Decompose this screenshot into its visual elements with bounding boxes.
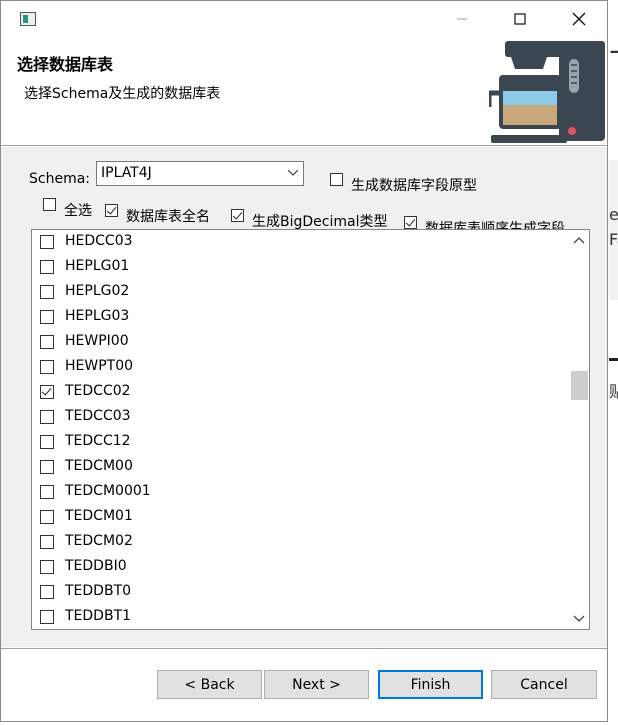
table-checkbox[interactable]	[40, 610, 54, 624]
list-item[interactable]: TEDCM00	[32, 455, 562, 480]
page-title: 选择数据库表	[17, 55, 114, 74]
background-glyph: 卡	[609, 30, 618, 74]
maximize-icon	[514, 13, 526, 25]
list-item[interactable]: TEDCM0001	[32, 480, 562, 505]
chevron-down-icon	[288, 170, 298, 176]
schema-select[interactable]: IPLAT4J	[96, 161, 304, 186]
list-item[interactable]: HEWPI00	[32, 330, 562, 355]
list-item[interactable]: TEDCC02	[32, 380, 562, 405]
table-checkbox[interactable]	[40, 310, 54, 324]
table-name: TEDCM02	[65, 533, 133, 549]
wizard-dialog: 选择数据库表 选择Schema及生成的数据库表 Schema: IPLAT4J …	[0, 0, 608, 722]
table-name: HEWPI00	[65, 333, 129, 349]
coffee-maker-icon	[489, 41, 605, 143]
background-text: e	[609, 205, 618, 224]
list-item[interactable]: HEWPT00	[32, 355, 562, 380]
table-name: HEWPT00	[65, 358, 134, 374]
table-checkbox[interactable]	[40, 235, 54, 249]
table-name: TEDCM00	[65, 458, 133, 474]
list-item[interactable]: HEPLG02	[32, 280, 562, 305]
app-icon	[20, 12, 36, 26]
table-name: TEDCC03	[65, 408, 131, 424]
table-checkbox[interactable]	[40, 560, 54, 574]
table-checkbox[interactable]	[40, 585, 54, 599]
list-item[interactable]: TEDDBT1	[32, 605, 562, 629]
background-text: 贴	[609, 382, 618, 401]
table-checkbox[interactable]	[40, 460, 54, 474]
list-item[interactable]: HEPLG01	[32, 255, 562, 280]
list-item[interactable]: TEDDBT0	[32, 580, 562, 605]
table-checkbox[interactable]	[40, 485, 54, 499]
table-name: TEDCC12	[65, 433, 131, 449]
table-checkbox[interactable]	[40, 285, 54, 299]
maximize-button[interactable]	[497, 5, 543, 33]
table-name: HEDCC03	[65, 233, 133, 249]
chevron-down-icon[interactable]	[573, 612, 585, 624]
list-item[interactable]: TEDDBI0	[32, 555, 562, 580]
list-item[interactable]: TEDCM02	[32, 530, 562, 555]
table-checkbox[interactable]	[40, 260, 54, 274]
list-item[interactable]: HEPLG03	[32, 305, 562, 330]
schema-select-value: IPLAT4J	[101, 165, 152, 181]
finish-button[interactable]: Finish	[378, 670, 483, 699]
list-item[interactable]: HEDCC03	[32, 230, 562, 255]
background-divider	[609, 358, 618, 361]
generate-raw-fields-label: 生成数据库字段原型	[351, 178, 477, 194]
next-button[interactable]: Next >	[264, 670, 369, 699]
table-checkbox[interactable]	[40, 335, 54, 349]
chevron-up-icon[interactable]	[573, 235, 585, 247]
header-separator	[1, 145, 607, 146]
list-item[interactable]: TEDCC03	[32, 405, 562, 430]
table-list[interactable]: HEDCC03 HEPLG01 HEPLG02 HEPLG03 HEWPI00 …	[31, 229, 590, 630]
scrollbar-thumb[interactable]	[571, 371, 588, 400]
footer-separator	[1, 648, 607, 649]
table-checkbox[interactable]	[40, 435, 54, 449]
wizard-header: 选择数据库表 选择Schema及生成的数据库表	[1, 37, 607, 145]
table-checkbox[interactable]	[40, 535, 54, 549]
minimize-button[interactable]	[439, 5, 485, 33]
list-item[interactable]: TEDCC12	[32, 430, 562, 455]
table-name: TEDDBT0	[65, 583, 132, 599]
list-scrollbar[interactable]	[569, 230, 589, 629]
table-name: HEPLG03	[65, 308, 130, 324]
background-window: 卡 e Fa 贴	[609, 0, 618, 725]
cancel-button[interactable]: Cancel	[491, 670, 597, 699]
table-name: TEDCC02	[65, 383, 131, 399]
full-table-name-checkbox[interactable]	[105, 204, 118, 217]
table-checkbox[interactable]	[40, 385, 54, 399]
table-name: TEDDBT1	[65, 608, 132, 624]
big-decimal-checkbox[interactable]	[231, 209, 244, 222]
table-name: TEDCM0001	[65, 483, 151, 499]
schema-label: Schema:	[29, 171, 91, 187]
full-table-name-label: 数据库表全名	[126, 209, 210, 225]
select-all-checkbox[interactable]	[43, 198, 56, 211]
background-text: Fa	[609, 230, 618, 249]
field-order-checkbox[interactable]	[404, 216, 417, 229]
minimize-icon	[457, 18, 467, 20]
back-button[interactable]: < Back	[157, 670, 262, 699]
list-item[interactable]: TEDCM01	[32, 505, 562, 530]
select-all-label: 全选	[64, 203, 92, 219]
table-name: HEPLG02	[65, 283, 130, 299]
page-description: 选择Schema及生成的数据库表	[24, 86, 221, 102]
close-icon	[572, 12, 586, 26]
table-name: HEPLG01	[65, 258, 130, 274]
table-checkbox[interactable]	[40, 510, 54, 524]
table-checkbox[interactable]	[40, 360, 54, 374]
close-button[interactable]	[556, 5, 602, 33]
table-name: TEDCM01	[65, 508, 133, 524]
big-decimal-label: 生成BigDecimal类型	[252, 214, 388, 230]
table-name: TEDDBI0	[65, 558, 127, 574]
table-checkbox[interactable]	[40, 410, 54, 424]
title-bar	[1, 1, 607, 37]
generate-raw-fields-checkbox[interactable]	[330, 173, 343, 186]
